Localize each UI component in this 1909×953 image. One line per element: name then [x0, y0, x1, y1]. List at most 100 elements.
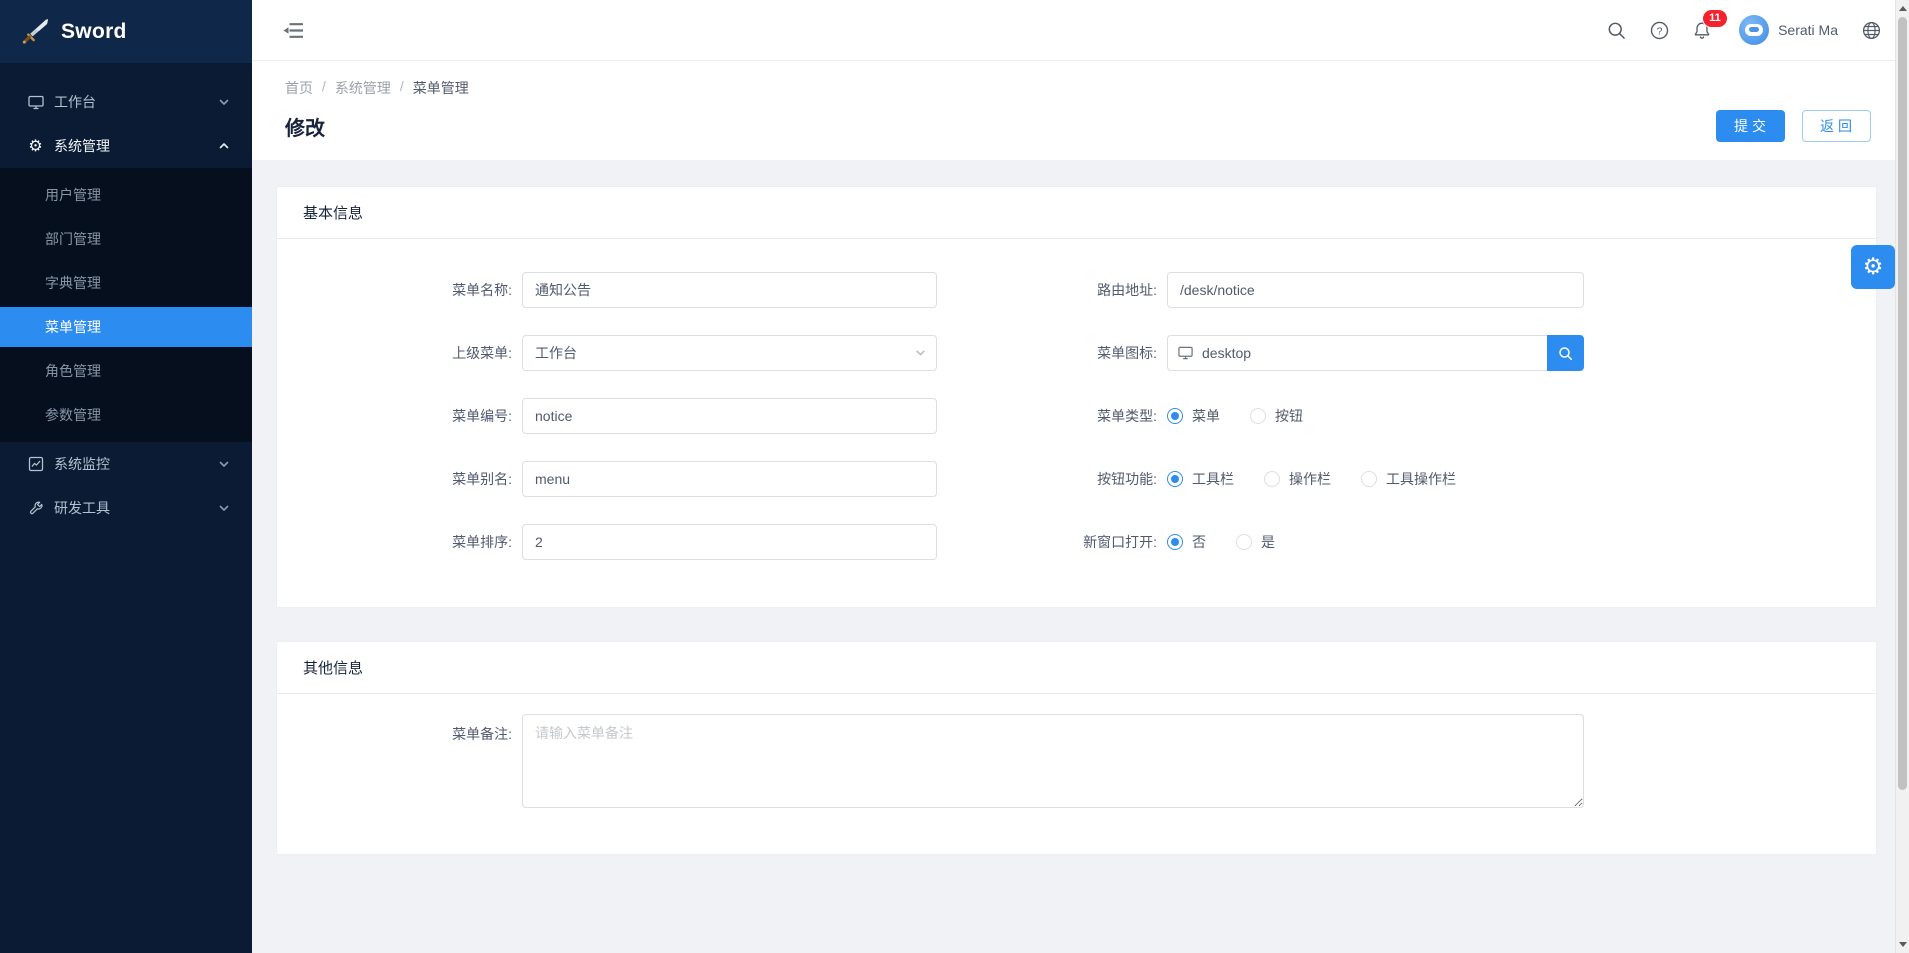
menu-name-input[interactable]: [522, 272, 937, 308]
new-window-radio-group: 否 是: [1167, 532, 1584, 552]
avatar[interactable]: [1739, 15, 1769, 45]
notification-badge: 11: [1702, 9, 1728, 28]
radio-func-toolbar[interactable]: 工具栏: [1167, 469, 1234, 489]
sidebar-item-dev-tools[interactable]: 研发工具: [0, 486, 252, 530]
button-func-radio-group: 工具栏 操作栏 工具操作栏: [1167, 469, 1584, 489]
radio-label: 否: [1192, 532, 1206, 552]
chevron-up-icon: [218, 140, 230, 152]
menu-icon-input[interactable]: [1167, 335, 1547, 371]
radio-label: 工具栏: [1192, 469, 1234, 489]
radio-menu-type-button[interactable]: 按钮: [1250, 406, 1303, 426]
menu-fold-icon[interactable]: [283, 22, 304, 39]
scroll-down-arrow[interactable]: [1896, 936, 1909, 953]
radio-label: 菜单: [1192, 406, 1220, 426]
new-window-label: 新窗口打开:: [937, 532, 1157, 552]
remark-textarea[interactable]: [522, 714, 1584, 808]
submit-button[interactable]: 提交: [1716, 110, 1785, 142]
sidebar-submenu-system: 用户管理 部门管理 字典管理 菜单管理 角色管理 参数管理: [0, 168, 252, 442]
app-title: Sword: [61, 20, 127, 44]
chart-icon: [27, 456, 44, 473]
sidebar-item-label: 字典管理: [45, 273, 101, 293]
sidebar-item-system-monitor[interactable]: 系统监控: [0, 442, 252, 486]
sidebar-item-menu-mgmt[interactable]: 菜单管理: [0, 307, 252, 347]
radio-func-actionbar[interactable]: 操作栏: [1264, 469, 1331, 489]
sidebar-menu: 工作台 ⚙ 系统管理 用户管理 部门管理 字典管理 菜单管理 角色管理 参数管理…: [0, 63, 252, 530]
radio-label: 工具操作栏: [1386, 469, 1456, 489]
help-icon[interactable]: ?: [1650, 21, 1669, 40]
radio-new-window-yes[interactable]: 是: [1236, 532, 1275, 552]
page-content: 基本信息 菜单名称: 路由地址: 上级菜单:: [252, 160, 1895, 855]
menu-code-input[interactable]: [522, 398, 937, 434]
chevron-down-icon: [218, 458, 230, 470]
search-icon[interactable]: [1607, 21, 1626, 40]
monitor-icon: [1178, 345, 1193, 360]
sidebar-item-param-mgmt[interactable]: 参数管理: [0, 395, 252, 435]
other-info-card: 其他信息 菜单备注:: [276, 641, 1877, 855]
scrollbar-thumb[interactable]: [1898, 17, 1907, 790]
main-area: ? 11 Serati Ma 首页 / 系统管理 / 菜单管理 修改 提交: [252, 0, 1895, 855]
page-header: 首页 / 系统管理 / 菜单管理 修改 提交 返回: [252, 61, 1895, 160]
vertical-scrollbar[interactable]: [1895, 0, 1909, 953]
radio-new-window-no[interactable]: 否: [1167, 532, 1206, 552]
search-icon: [1558, 346, 1573, 361]
menu-icon-label: 菜单图标:: [937, 343, 1157, 363]
menu-sort-label: 菜单排序:: [277, 532, 512, 552]
page-title: 修改: [285, 112, 325, 141]
parent-menu-select[interactable]: [522, 335, 937, 371]
sidebar-item-label: 工作台: [54, 92, 96, 112]
sidebar-item-label: 系统管理: [54, 136, 110, 156]
menu-code-label: 菜单编号:: [277, 406, 512, 426]
sidebar: Sword 工作台 ⚙ 系统管理 用户管理 部门管理 字典管理 菜单管理 角色管…: [0, 0, 252, 953]
sidebar-item-role-mgmt[interactable]: 角色管理: [0, 351, 252, 391]
icon-search-button[interactable]: [1547, 335, 1584, 371]
breadcrumb-separator: /: [322, 78, 326, 98]
svg-text:?: ?: [1657, 25, 1663, 37]
section-title-other: 其他信息: [277, 642, 1876, 694]
globe-icon[interactable]: [1862, 21, 1881, 40]
back-button[interactable]: 返回: [1802, 110, 1871, 142]
route-label: 路由地址:: [937, 280, 1157, 300]
radio-func-tool-actionbar[interactable]: 工具操作栏: [1361, 469, 1456, 489]
sidebar-item-user-mgmt[interactable]: 用户管理: [0, 175, 252, 215]
breadcrumb-home[interactable]: 首页: [285, 78, 313, 98]
gear-icon: ⚙: [1863, 256, 1884, 279]
sidebar-item-label: 部门管理: [45, 229, 101, 249]
sword-icon: [20, 17, 50, 47]
chevron-down-icon: [218, 96, 230, 108]
menu-type-radio-group: 菜单 按钮: [1167, 406, 1584, 426]
sidebar-item-label: 参数管理: [45, 405, 101, 425]
menu-name-label: 菜单名称:: [277, 280, 512, 300]
sidebar-item-label: 系统监控: [54, 454, 110, 474]
sidebar-item-dept-mgmt[interactable]: 部门管理: [0, 219, 252, 259]
user-name[interactable]: Serati Ma: [1778, 22, 1838, 38]
breadcrumb-system-mgmt[interactable]: 系统管理: [335, 78, 391, 98]
theme-settings-button[interactable]: ⚙: [1851, 245, 1895, 289]
radio-label: 是: [1261, 532, 1275, 552]
menu-sort-input[interactable]: [522, 524, 937, 560]
breadcrumb-menu-mgmt: 菜单管理: [413, 78, 469, 98]
menu-type-label: 菜单类型:: [937, 406, 1157, 426]
sidebar-item-dict-mgmt[interactable]: 字典管理: [0, 263, 252, 303]
notifications-bell-icon[interactable]: 11: [1693, 21, 1711, 40]
sidebar-item-label: 菜单管理: [45, 317, 101, 337]
scroll-up-arrow[interactable]: [1896, 0, 1909, 17]
app-logo[interactable]: Sword: [0, 0, 252, 63]
radio-menu-type-menu[interactable]: 菜单: [1167, 406, 1220, 426]
parent-menu-label: 上级菜单:: [277, 343, 512, 363]
gear-icon: ⚙: [27, 138, 44, 155]
button-func-label: 按钮功能:: [937, 469, 1157, 489]
sidebar-item-system-mgmt[interactable]: ⚙ 系统管理: [0, 124, 252, 168]
route-input[interactable]: [1167, 272, 1584, 308]
monitor-icon: [27, 94, 44, 111]
radio-label: 操作栏: [1289, 469, 1331, 489]
sidebar-item-workbench[interactable]: 工作台: [0, 80, 252, 124]
breadcrumb-separator: /: [400, 78, 404, 98]
sidebar-item-label: 角色管理: [45, 361, 101, 381]
basic-info-card: 基本信息 菜单名称: 路由地址: 上级菜单:: [276, 186, 1877, 608]
radio-label: 按钮: [1275, 406, 1303, 426]
chevron-down-icon: [218, 502, 230, 514]
breadcrumb: 首页 / 系统管理 / 菜单管理: [285, 61, 1871, 98]
menu-alias-input[interactable]: [522, 461, 937, 497]
sidebar-item-label: 研发工具: [54, 498, 110, 518]
menu-alias-label: 菜单别名:: [277, 469, 512, 489]
